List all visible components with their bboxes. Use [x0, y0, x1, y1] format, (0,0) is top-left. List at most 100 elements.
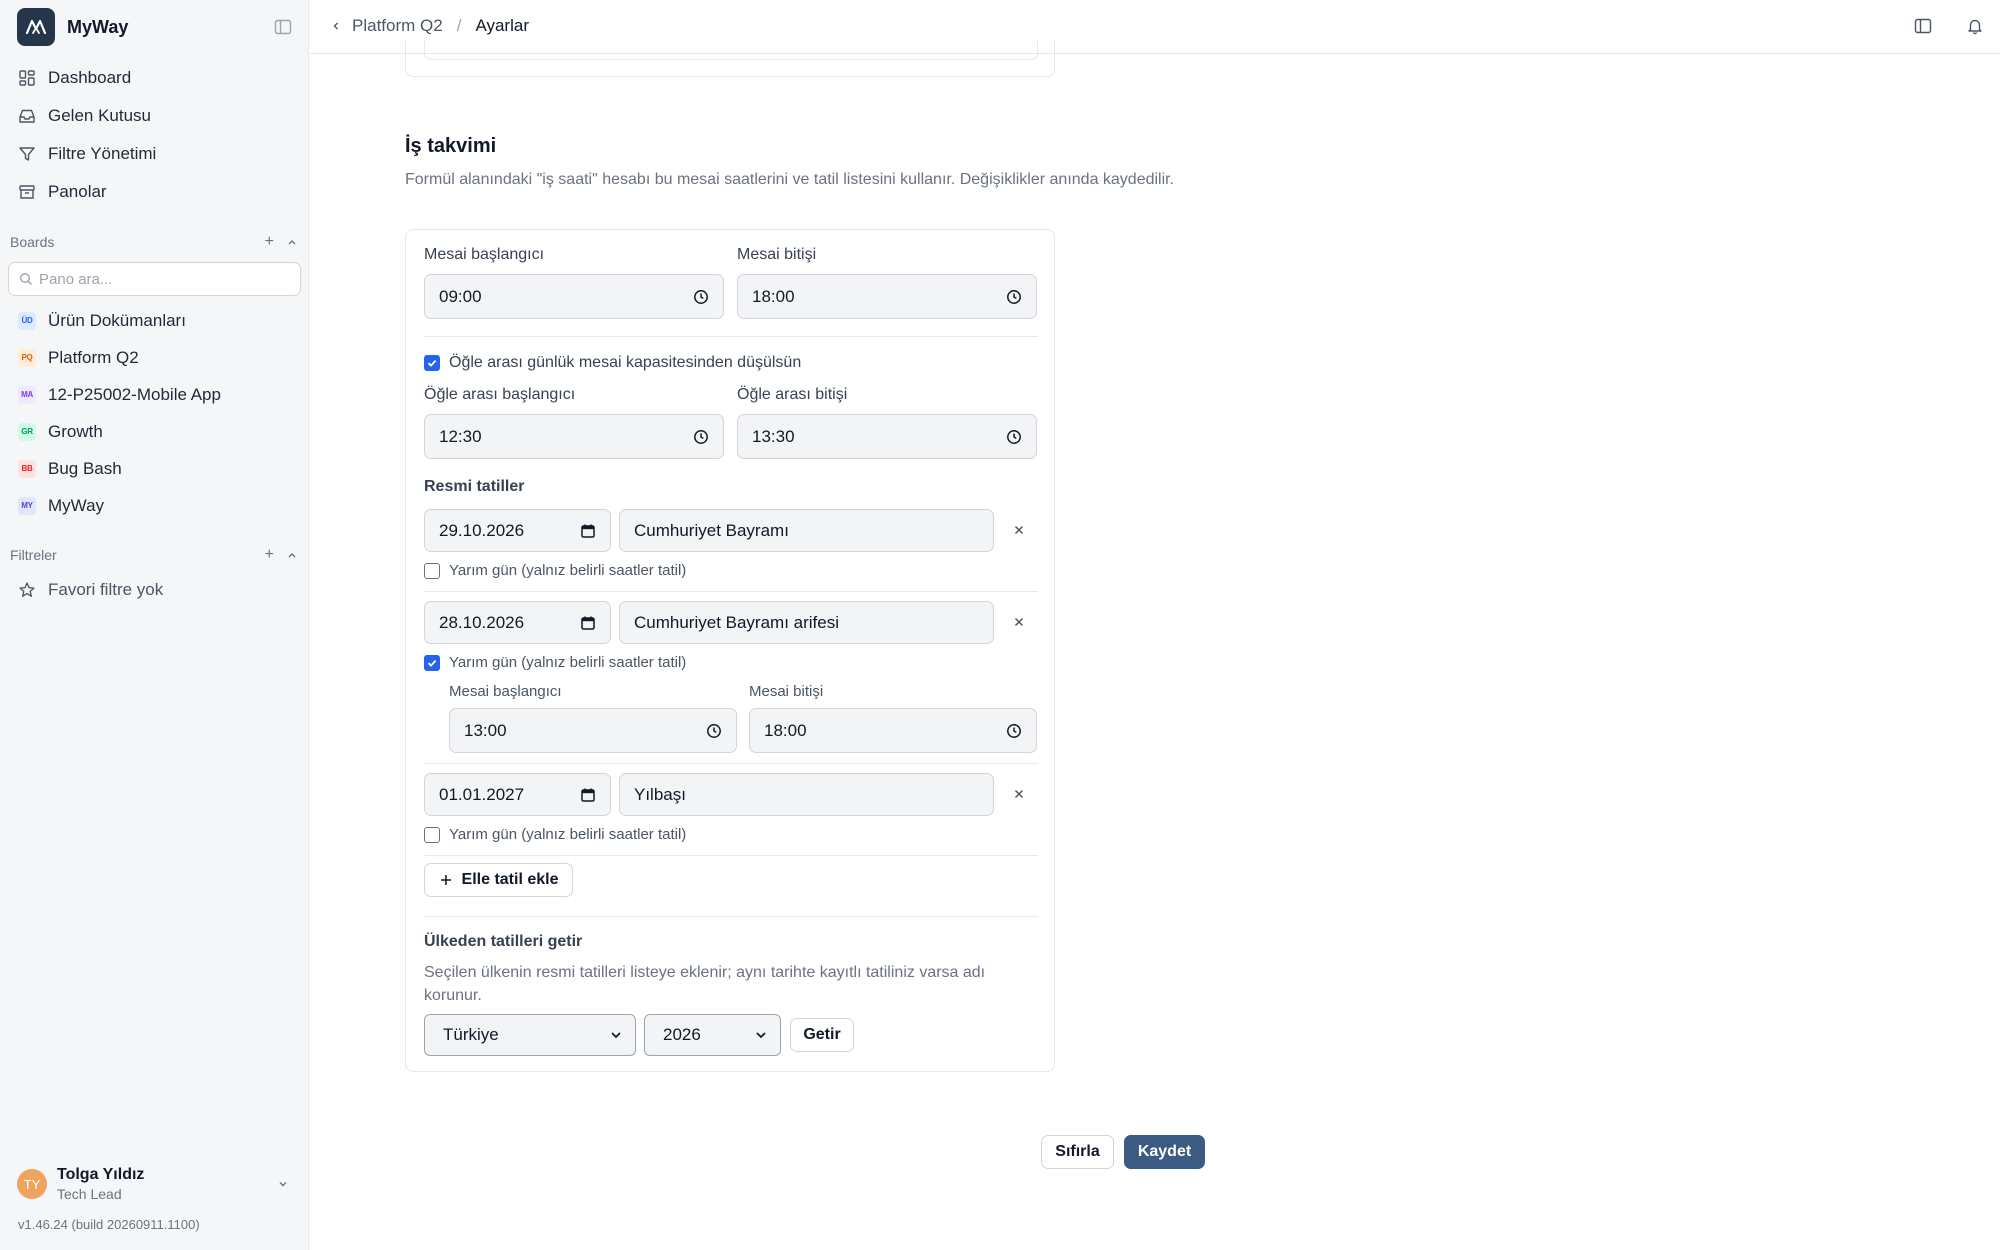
breadcrumb-parent[interactable]: Platform Q2	[352, 16, 443, 36]
board-item[interactable]: GR Growth	[10, 413, 300, 450]
save-button[interactable]: Kaydet	[1124, 1135, 1205, 1169]
nav-item-filters[interactable]: Filtre Yönetimi	[10, 135, 300, 173]
clock-icon	[1007, 429, 1021, 444]
avatar: TY	[17, 1169, 47, 1199]
lunch-start-value: 12:30	[439, 426, 482, 446]
holiday-date-value: 29.10.2026	[439, 520, 525, 540]
country-select-value: Türkiye	[443, 1025, 499, 1044]
user-menu[interactable]: TY Tolga Yıldız Tech Lead	[17, 1163, 297, 1205]
work-start-input[interactable]: 09:00	[424, 274, 724, 319]
work-start-value: 09:00	[439, 286, 482, 306]
lunch-deduct-checkbox[interactable]: Öğle arası günlük mesai kapasitesinden d…	[424, 354, 801, 372]
holiday-name-value: Cumhuriyet Bayramı	[634, 520, 789, 540]
fetch-holidays-label: Getir	[803, 1026, 841, 1043]
favorite-filters-empty: Favori filtre yok	[18, 580, 163, 600]
app-version: v1.46.24 (build 20260911.1100)	[18, 1217, 200, 1232]
half-day-checkbox[interactable]: Yarım gün (yalnız belirli saatler tatil)	[424, 562, 686, 579]
holiday-name-input[interactable]: Cumhuriyet Bayramı	[619, 509, 994, 552]
lunch-end-input[interactable]: 13:30	[737, 414, 1037, 459]
board-badge: PQ	[18, 348, 36, 367]
add-filter-plus-icon[interactable]: +	[265, 546, 274, 564]
half-day-start-input[interactable]: 13:00	[449, 708, 737, 753]
lunch-start-input[interactable]: 12:30	[424, 414, 724, 459]
year-select[interactable]: 2026	[644, 1014, 781, 1056]
holidays-heading: Resmi tatiller	[424, 478, 525, 495]
nav-item-inbox[interactable]: Gelen Kutusu	[10, 97, 300, 135]
holiday-date-input[interactable]: 28.10.2026	[424, 601, 611, 644]
save-label: Kaydet	[1137, 1143, 1192, 1160]
half-day-label: Yarım gün (yalnız belirli saatler tatil)	[449, 562, 687, 579]
filters-heading: Filtreler	[10, 547, 57, 563]
board-list: ÜD Ürün Dokümanları PQ Platform Q2 MA 12-P250…	[10, 302, 300, 524]
checkbox-unchecked[interactable]	[424, 562, 440, 579]
plus-icon	[440, 875, 451, 885]
dashboard-icon	[19, 70, 35, 86]
board-item[interactable]: ÜD Ürün Dokümanları	[10, 302, 300, 339]
work-end-label: Mesai bitişi	[737, 246, 817, 263]
panel-toggle-icon[interactable]	[1914, 17, 1932, 40]
sidebar-toggle-icon[interactable]	[274, 18, 292, 36]
holiday-name-input[interactable]: Cumhuriyet Bayramı arifesi	[619, 601, 994, 644]
holiday-name-input[interactable]: Yılbaşı	[619, 773, 994, 816]
chevron-up-icon[interactable]	[286, 236, 298, 248]
checkbox-unchecked[interactable]	[424, 826, 440, 843]
main-nav: Dashboard Gelen Kutusu Filtre Yönetimi P…	[10, 59, 300, 211]
remove-holiday-close-icon[interactable]	[1009, 612, 1029, 632]
nav-item-dashboard[interactable]: Dashboard	[10, 59, 300, 97]
work-start-label: Mesai başlangıcı	[424, 246, 545, 263]
fetch-holidays-button[interactable]: Getir	[790, 1018, 854, 1052]
work-end-input[interactable]: 18:00	[737, 274, 1037, 319]
nav-label: Filtre Yönetimi	[48, 144, 157, 163]
board-item[interactable]: MY MyWay	[10, 487, 300, 524]
board-badge: MA	[18, 385, 36, 404]
previous-section-card	[405, 40, 1055, 77]
chevron-down-icon	[279, 1182, 287, 1187]
checkbox-checked[interactable]	[424, 355, 440, 371]
board-item[interactable]: MA 12-P25002-Mobile App	[10, 376, 300, 413]
board-item[interactable]: PQ Platform Q2	[10, 339, 300, 376]
checkbox-checked[interactable]	[424, 654, 440, 671]
breadcrumb-separator: /	[456, 16, 462, 35]
board-badge: BB	[18, 459, 36, 478]
lunch-end-label: Öğle arası bitişi	[737, 386, 848, 403]
star-icon	[19, 582, 35, 597]
half-day-start-label: Mesai başlangıcı	[449, 683, 562, 700]
section-description: Formül alanındaki "iş saati" hesabı bu m…	[405, 171, 1175, 188]
calendar-icon	[581, 616, 595, 630]
reset-label: Sıfırla	[1055, 1143, 1100, 1160]
half-day-checkbox[interactable]: Yarım gün (yalnız belirli saatler tatil)	[424, 826, 686, 843]
brand[interactable]: MyWay	[17, 8, 128, 46]
remove-holiday-close-icon[interactable]	[1009, 784, 1029, 804]
half-day-end-input[interactable]: 18:00	[749, 708, 1037, 753]
chevron-down-icon	[611, 1032, 621, 1039]
reset-button[interactable]: Sıfırla	[1041, 1135, 1114, 1169]
add-board-plus-icon[interactable]: +	[265, 233, 274, 251]
clock-icon	[707, 723, 721, 738]
add-holiday-button[interactable]: Elle tatil ekle	[424, 863, 573, 897]
boards-heading: Boards	[10, 234, 55, 250]
board-search[interactable]	[8, 262, 301, 296]
country-select[interactable]: Türkiye	[424, 1014, 636, 1056]
chevron-up-icon[interactable]	[286, 549, 298, 561]
board-label: Platform Q2	[48, 347, 139, 367]
nav-item-boards[interactable]: Panolar	[10, 173, 300, 211]
nav-label: Gelen Kutusu	[48, 106, 152, 125]
board-label: 12-P25002-Mobile App	[48, 384, 221, 404]
nav-label: Panolar	[48, 182, 107, 201]
favorite-empty-text: Favori filtre yok	[48, 580, 164, 599]
board-badge: ÜD	[18, 311, 36, 330]
breadcrumb: Platform Q2 / Ayarlar	[330, 16, 529, 36]
calendar-icon	[581, 788, 595, 802]
holiday-date-input[interactable]: 01.01.2027	[424, 773, 611, 816]
remove-holiday-close-icon[interactable]	[1009, 520, 1029, 540]
holiday-date-value: 28.10.2026	[439, 612, 525, 632]
board-search-input[interactable]	[39, 270, 279, 288]
holiday-date-value: 01.01.2027	[439, 784, 525, 804]
search-icon	[19, 272, 32, 285]
clock-icon	[694, 289, 708, 304]
chevron-left-icon[interactable]	[330, 20, 342, 32]
bell-icon[interactable]	[1966, 17, 1984, 40]
holiday-date-input[interactable]: 29.10.2026	[424, 509, 611, 552]
half-day-checkbox[interactable]: Yarım gün (yalnız belirli saatler tatil)	[424, 654, 686, 671]
board-item[interactable]: BB Bug Bash	[10, 450, 300, 487]
